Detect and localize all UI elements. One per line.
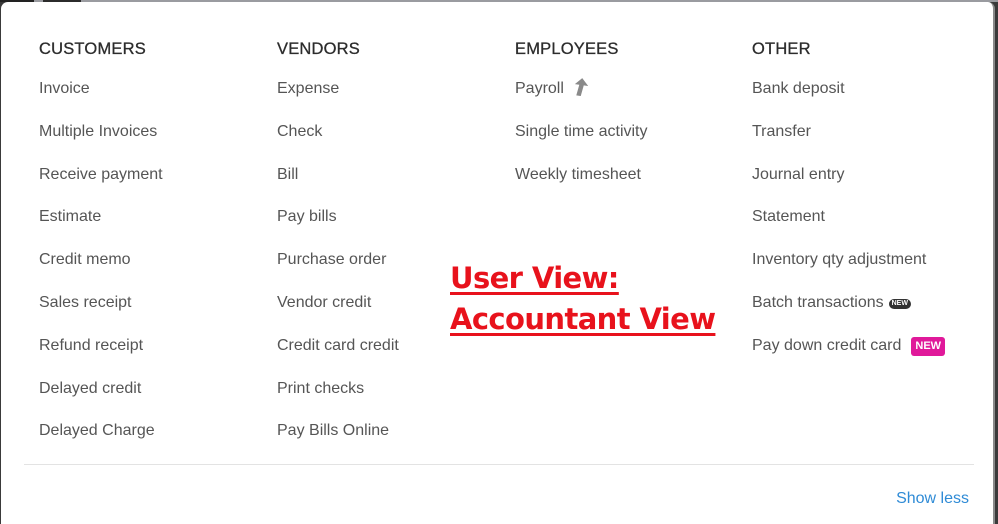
menu-item-bank-deposit[interactable]: Bank deposit <box>752 78 945 121</box>
menu-item-label[interactable]: Print checks <box>277 380 364 397</box>
show-less-link[interactable]: Show less <box>896 490 969 508</box>
menu-item-sales-receipt[interactable]: Sales receipt <box>39 292 163 335</box>
menu-item-label[interactable]: Delayed Charge <box>39 422 155 439</box>
menu-item-pay-bills[interactable]: Pay bills <box>277 206 399 249</box>
menu-item-single-time-activity[interactable]: Single time activity <box>515 121 648 164</box>
menu-item-receive-payment[interactable]: Receive payment <box>39 164 163 207</box>
divider <box>24 464 974 465</box>
menu-item-label[interactable]: Journal entry <box>752 166 845 183</box>
menu-item-weekly-timesheet[interactable]: Weekly timesheet <box>515 164 648 207</box>
menu-item-label[interactable]: Estimate <box>39 208 101 225</box>
menu-item-bill[interactable]: Bill <box>277 164 399 207</box>
menu-item-label[interactable]: Vendor credit <box>277 294 371 311</box>
menu-item-delayed-credit[interactable]: Delayed credit <box>39 378 163 421</box>
menu-item-pay-down-credit-card[interactable]: Pay down credit card NEW <box>752 335 946 378</box>
customers-column: CUSTOMERS Invoice Multiple Invoices Rece… <box>39 38 163 463</box>
menu-item-vendor-credit[interactable]: Vendor credit <box>277 292 399 335</box>
menu-item-label[interactable]: Refund receipt <box>39 337 143 354</box>
menu-item-print-checks[interactable]: Print checks <box>277 378 399 421</box>
new-badge: NEW <box>911 336 946 356</box>
new-badge: NEW <box>888 298 911 309</box>
menu-item-label[interactable]: Pay down credit card <box>752 337 901 354</box>
menu-item-label[interactable]: Purchase order <box>277 251 386 268</box>
menu-item-label[interactable]: Credit card credit <box>277 337 399 354</box>
menu-item-label[interactable]: Delayed credit <box>39 380 141 397</box>
menu-item-journal-entry[interactable]: Journal entry <box>752 164 945 207</box>
upgrade-arrow-icon <box>574 78 589 103</box>
menu-item-inventory-qty-adjustment[interactable]: Inventory qty adjustment <box>752 249 945 292</box>
other-column: OTHER Bank deposit Transfer Journal entr… <box>752 38 946 378</box>
menu-item-expense[interactable]: Expense <box>277 78 399 121</box>
menu-item-label[interactable]: Bank deposit <box>752 80 845 97</box>
menu-item-label[interactable]: Inventory qty adjustment <box>752 251 926 268</box>
menu-item-label[interactable]: Single time activity <box>515 123 648 140</box>
menu-item-payroll[interactable]: Payroll <box>515 78 648 121</box>
menu-item-label[interactable]: Bill <box>277 166 298 183</box>
menu-item-label[interactable]: Invoice <box>39 80 90 97</box>
menu-item-transfer[interactable]: Transfer <box>752 121 945 164</box>
menu-item-refund-receipt[interactable]: Refund receipt <box>39 335 163 378</box>
menu-item-label[interactable]: Multiple Invoices <box>39 123 157 140</box>
menu-item-delayed-charge[interactable]: Delayed Charge <box>39 420 163 463</box>
menu-item-pay-bills-online[interactable]: Pay Bills Online <box>277 420 399 463</box>
other-heading: OTHER <box>752 40 811 58</box>
menu-item-label[interactable]: Credit memo <box>39 251 131 268</box>
menu-item-label[interactable]: Weekly timesheet <box>515 166 641 183</box>
menu-item-multiple-invoices[interactable]: Multiple Invoices <box>39 121 163 164</box>
menu-item-statement[interactable]: Statement <box>752 206 945 249</box>
create-menu-panel: CUSTOMERS Invoice Multiple Invoices Rece… <box>1 2 995 524</box>
customers-heading: CUSTOMERS <box>39 40 146 58</box>
annotation-overlay: User View: Accountant View <box>450 258 716 340</box>
menu-item-label[interactable]: Statement <box>752 208 825 225</box>
menu-item-label[interactable]: Transfer <box>752 123 811 140</box>
annotation-line-1: User View: <box>450 261 619 295</box>
menu-item-batch-transactions[interactable]: Batch transactions NEW <box>752 292 945 335</box>
employees-column: EMPLOYEES Payroll Single time activity W… <box>515 38 648 206</box>
menu-item-label[interactable]: Pay bills <box>277 208 337 225</box>
vendors-column: VENDORS Expense Check Bill Pay bills Pur… <box>277 38 399 463</box>
menu-item-label[interactable]: Payroll <box>515 80 564 97</box>
menu-item-label[interactable]: Check <box>277 123 322 140</box>
menu-item-invoice[interactable]: Invoice <box>39 78 163 121</box>
menu-item-credit-memo[interactable]: Credit memo <box>39 249 163 292</box>
menu-item-estimate[interactable]: Estimate <box>39 206 163 249</box>
menu-item-check[interactable]: Check <box>277 121 399 164</box>
menu-item-label[interactable]: Batch transactions <box>752 294 884 311</box>
menu-item-label[interactable]: Receive payment <box>39 166 163 183</box>
menu-item-purchase-order[interactable]: Purchase order <box>277 249 399 292</box>
vendors-heading: VENDORS <box>277 40 360 58</box>
menu-item-label[interactable]: Sales receipt <box>39 294 132 311</box>
employees-heading: EMPLOYEES <box>515 40 619 58</box>
menu-item-label[interactable]: Expense <box>277 80 339 97</box>
annotation-line-2: Accountant View <box>450 302 716 336</box>
menu-item-credit-card-credit[interactable]: Credit card credit <box>277 335 399 378</box>
menu-item-label[interactable]: Pay Bills Online <box>277 422 389 439</box>
